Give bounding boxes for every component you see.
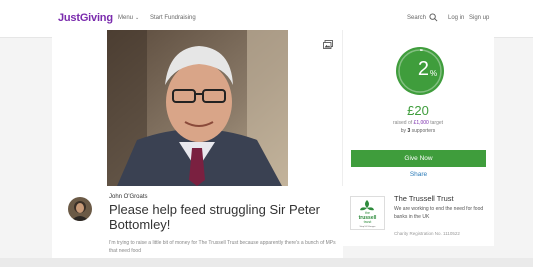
logo-text-trust: trust (364, 219, 373, 224)
avatar-image (68, 197, 92, 221)
fundraiser-photo[interactable] (107, 30, 288, 186)
target-amount: £1,000 (413, 120, 429, 126)
page-description: I'm trying to raise a little bit of mone… (109, 240, 336, 254)
supporters-text: by 3 supporters (342, 128, 494, 134)
footer-band (0, 258, 533, 267)
target-suffix: target (428, 120, 444, 126)
charity-logo[interactable]: the trussell trust Stop UK Hunger (350, 196, 385, 230)
supporters-suffix: supporters (410, 128, 436, 134)
search-icon[interactable] (429, 13, 438, 22)
target-text: raised of £1,000 target (342, 120, 494, 126)
amount-raised: £20 (407, 103, 429, 118)
page-title: Please help feed struggling Sir Peter Bo… (109, 202, 321, 232)
avatar[interactable] (68, 197, 92, 221)
charity-description: We are working to end the need for food … (394, 206, 484, 220)
logo-tagline: Stop UK Hunger (360, 225, 376, 228)
progress-percent-number: 2 (417, 58, 429, 80)
target-prefix: raised of (392, 120, 414, 126)
progress-percent-sign: % (430, 69, 438, 78)
share-link[interactable]: Share (351, 171, 486, 178)
menu-label: Menu (118, 15, 134, 21)
gallery-icon[interactable] (323, 40, 333, 49)
start-fundraising-link[interactable]: Start Fundraising (150, 15, 196, 21)
give-now-button[interactable]: Give Now (351, 150, 486, 167)
photo-image (107, 30, 288, 186)
charity-registration: Charity Registration No. 1110522 (394, 231, 460, 236)
menu-button[interactable]: Menu ⌄ (118, 15, 139, 21)
justgiving-logo[interactable]: JustGiving (58, 12, 113, 24)
search-label[interactable]: Search (407, 15, 426, 21)
chevron-down-icon: ⌄ (135, 15, 140, 21)
login-link[interactable]: Log in (448, 15, 464, 21)
author-name[interactable]: John O'Groats (109, 194, 148, 200)
signup-link[interactable]: Sign up (469, 15, 489, 21)
charity-name[interactable]: The Trussell Trust (394, 194, 454, 203)
trussell-trust-logo-icon: the trussell trust Stop UK Hunger (359, 200, 377, 228)
